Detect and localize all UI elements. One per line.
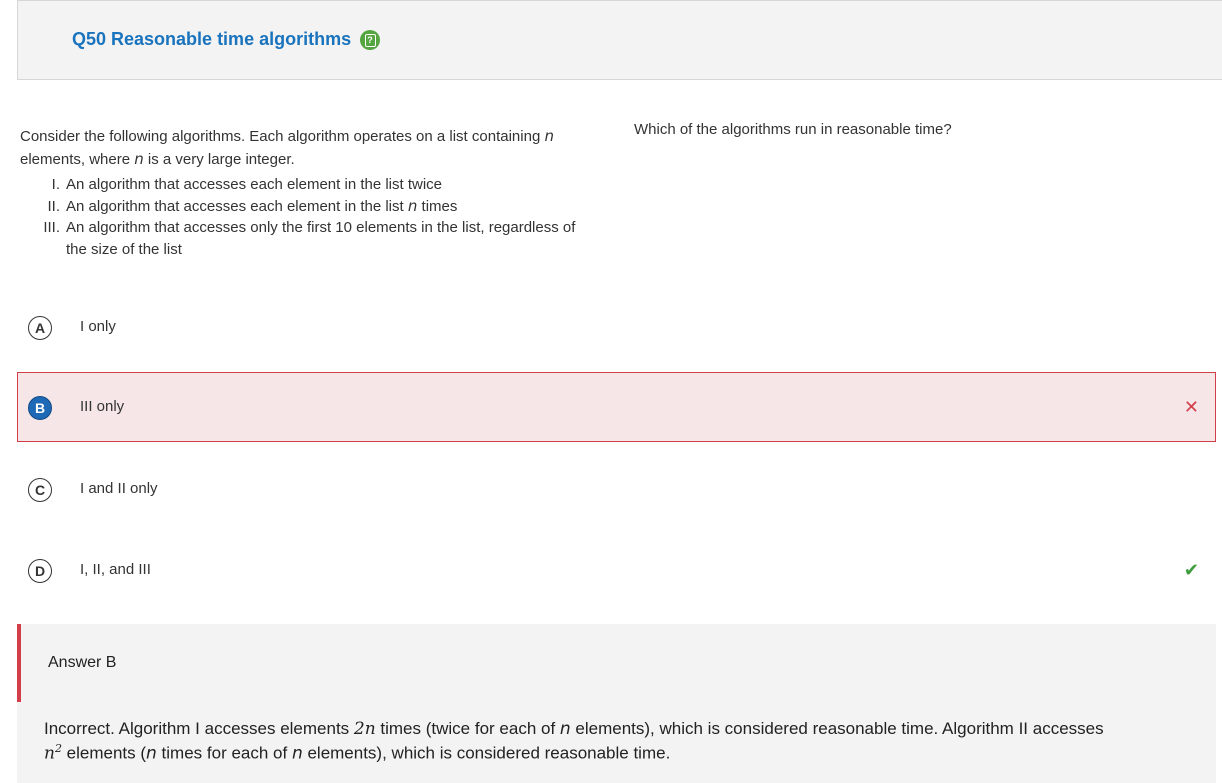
choice-d[interactable]: D I, II, and III ✔ xyxy=(17,535,1216,605)
choice-b[interactable]: B III only ✕ xyxy=(17,372,1216,442)
answer-status-bar xyxy=(17,624,21,702)
answer-panel: Answer B Incorrect. Algorithm I accesses… xyxy=(17,624,1216,783)
question-header: Q50 Reasonable time algorithms ? xyxy=(17,0,1222,80)
choice-text: I only xyxy=(80,318,116,335)
choice-letter: A xyxy=(28,316,52,340)
choice-c[interactable]: C I and II only xyxy=(17,454,1216,524)
choice-text: III only xyxy=(80,398,125,415)
answer-label: Answer B xyxy=(48,654,117,671)
choice-text: I, II, and III xyxy=(80,561,151,578)
question-title: Q50 Reasonable time algorithms xyxy=(72,29,352,49)
algorithm-list: I. An algorithm that accesses each elemen… xyxy=(20,174,600,260)
list-item: III. An algorithm that accesses only the … xyxy=(43,219,576,258)
choice-letter: B xyxy=(28,396,52,420)
check-icon: ✔ xyxy=(1183,560,1199,580)
choice-a[interactable]: A I only xyxy=(17,292,1216,362)
choice-letter: D xyxy=(28,559,52,583)
list-item: II. An algorithm that accesses each eleme… xyxy=(47,196,458,215)
choice-letter: C xyxy=(28,478,52,502)
answer-explanation: Incorrect. Algorithm I accesses elements… xyxy=(44,719,1104,764)
question-stimulus: Consider the following algorithms. Each … xyxy=(20,125,600,260)
question-stem: Which of the algorithms run in reasonabl… xyxy=(634,121,952,138)
list-item: I. An algorithm that accesses each elemen… xyxy=(51,176,443,193)
x-icon: ✕ xyxy=(1183,397,1199,417)
help-icon[interactable]: ? xyxy=(360,30,380,50)
choice-text: I and II only xyxy=(80,480,158,497)
stimulus-intro: Consider the following algorithms. Each … xyxy=(20,127,554,168)
